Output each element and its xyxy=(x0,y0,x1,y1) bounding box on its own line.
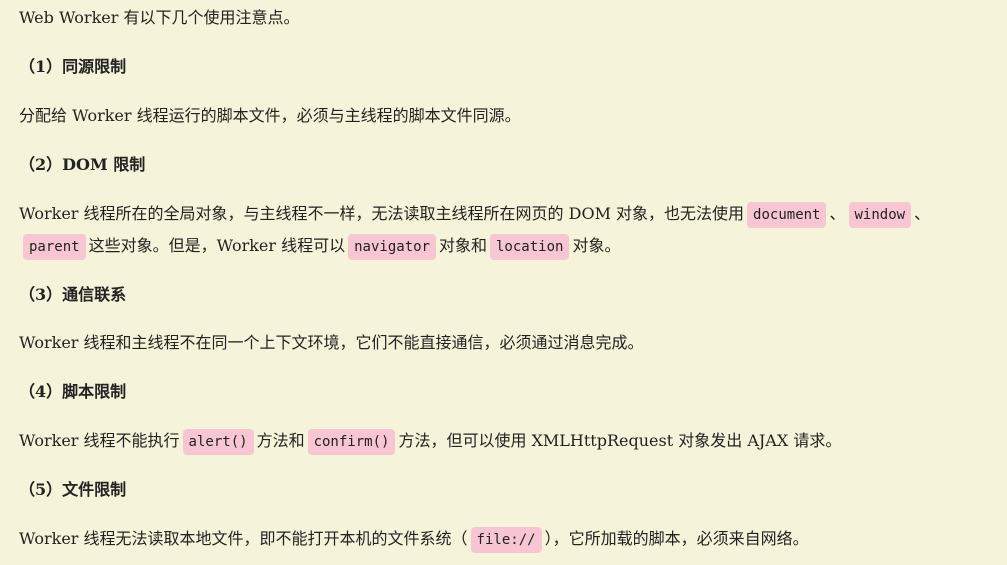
section-4-text: 方法，但可以使用 XMLHttpRequest 对象发出 AJAX 请求。 xyxy=(398,431,842,450)
code-file-protocol: file:// xyxy=(470,527,542,553)
section-3-heading: （3）通信联系 xyxy=(19,285,127,304)
section-3-text: Worker 线程和主线程不在同一个上下文环境，它们不能直接通信，必须通过消息完… xyxy=(19,333,644,352)
section-4-paragraph: Worker 线程不能执行 alert() 方法和 confirm() 方法，但可以使用… xyxy=(19,425,1007,458)
section-4-text: 方法和 xyxy=(256,431,305,450)
section-2-text: Worker 线程所在的全局对象，与主线程不一样，无法读取主线程所在网页的 DO… xyxy=(19,204,745,223)
code-alert: alert() xyxy=(182,429,254,455)
code-navigator: navigator xyxy=(348,234,436,260)
section-2-text: 这些对象。但是，Worker 线程可以 xyxy=(88,236,346,255)
section-5-heading: （5）文件限制 xyxy=(19,480,127,499)
section-2-text: 对象。 xyxy=(572,236,621,255)
section-2-paragraph-line-2: parent 这些对象。但是，Worker 线程可以 navigator 对象和 loc… xyxy=(19,230,1007,263)
section-1-text: 分配给 Worker 线程运行的脚本文件，必须与主线程的脚本文件同源。 xyxy=(19,106,521,125)
separator: 、 xyxy=(914,204,931,223)
section-4-text: Worker 线程不能执行 xyxy=(19,431,180,450)
code-window: window xyxy=(848,202,912,228)
section-5-text: ），它所加载的脚本，必须来自网络。 xyxy=(544,529,809,548)
code-document: document xyxy=(747,202,827,228)
code-location: location xyxy=(490,234,570,260)
section-4-heading: （4）脚本限制 xyxy=(19,382,127,401)
section-1-heading: （1）同源限制 xyxy=(19,57,127,76)
code-parent: parent xyxy=(23,234,86,260)
section-2-paragraph-line-1: Worker 线程所在的全局对象，与主线程不一样，无法读取主线程所在网页的 DO… xyxy=(19,198,1007,231)
code-confirm: confirm() xyxy=(307,429,396,455)
section-5-paragraph: Worker 线程无法读取本地文件，即不能打开本机的文件系统（ file://），… xyxy=(19,523,1007,556)
intro-text: Web Worker 有以下几个使用注意点。 xyxy=(19,8,300,27)
section-2-text: 对象和 xyxy=(438,236,487,255)
section-5-text: Worker 线程无法读取本地文件，即不能打开本机的文件系统（ xyxy=(19,529,468,548)
separator: 、 xyxy=(829,204,846,223)
section-2-heading: （2）DOM 限制 xyxy=(19,155,146,174)
